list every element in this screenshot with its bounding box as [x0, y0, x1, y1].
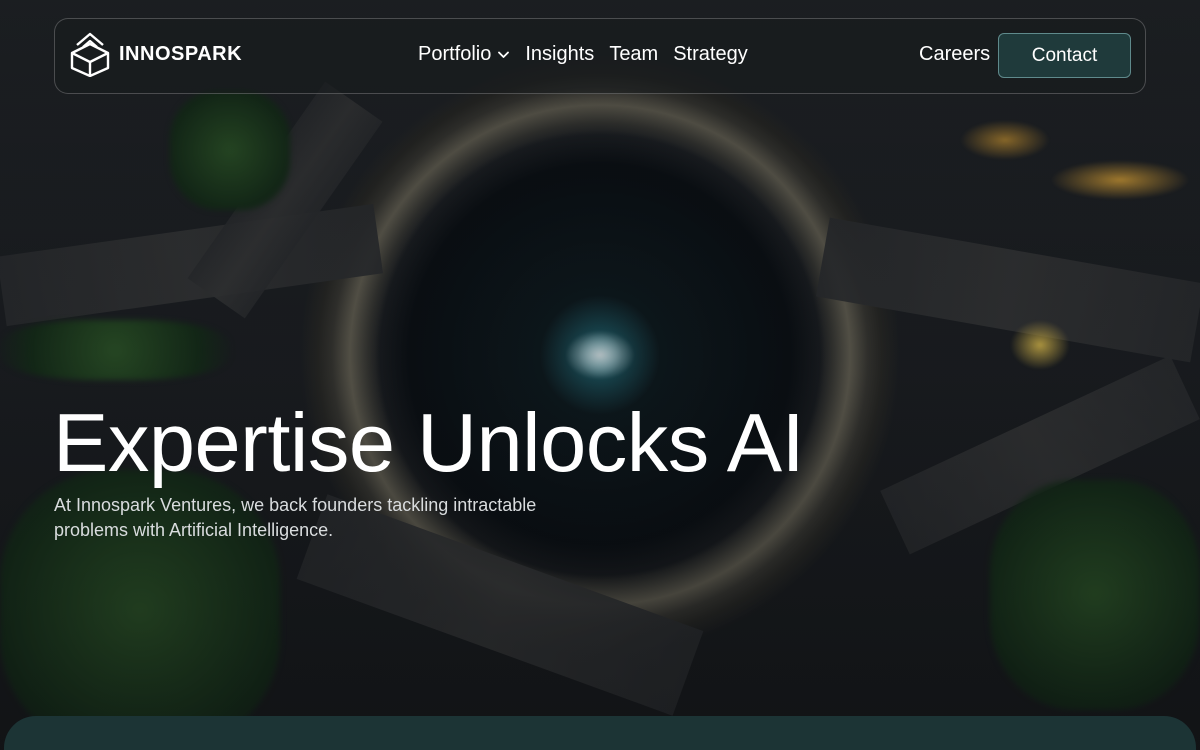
open-box-icon [70, 32, 110, 77]
hero-title: Expertise Unlocks AI [53, 396, 805, 489]
hero-overlay [0, 0, 1200, 750]
nav-item-portfolio[interactable]: Portfolio [418, 43, 510, 66]
nav-item-label: Insights [525, 43, 595, 65]
nav-item-insights[interactable]: Insights [525, 43, 594, 66]
next-section-panel [4, 716, 1196, 750]
nav-item-team[interactable]: Team [609, 43, 658, 66]
chevron-down-icon [498, 51, 510, 58]
nav-item-label: Strategy [673, 43, 748, 65]
nav-item-label: Portfolio [418, 43, 492, 65]
nav-links: Portfolio Insights Team Strategy [418, 43, 763, 66]
nav-item-strategy[interactable]: Strategy [673, 43, 747, 66]
brand-logo[interactable]: INNOSPARK [69, 31, 242, 77]
contact-button[interactable]: Contact [998, 33, 1131, 78]
hero-subtitle: At Innospark Ventures, we back founders … [54, 495, 537, 540]
brand-name: INNOSPARK [119, 42, 243, 65]
top-navbar: INNOSPARK Portfolio Insights Team Strate… [54, 18, 1146, 94]
nav-item-careers[interactable]: Careers [919, 43, 990, 66]
nav-item-label: Team [609, 43, 659, 65]
